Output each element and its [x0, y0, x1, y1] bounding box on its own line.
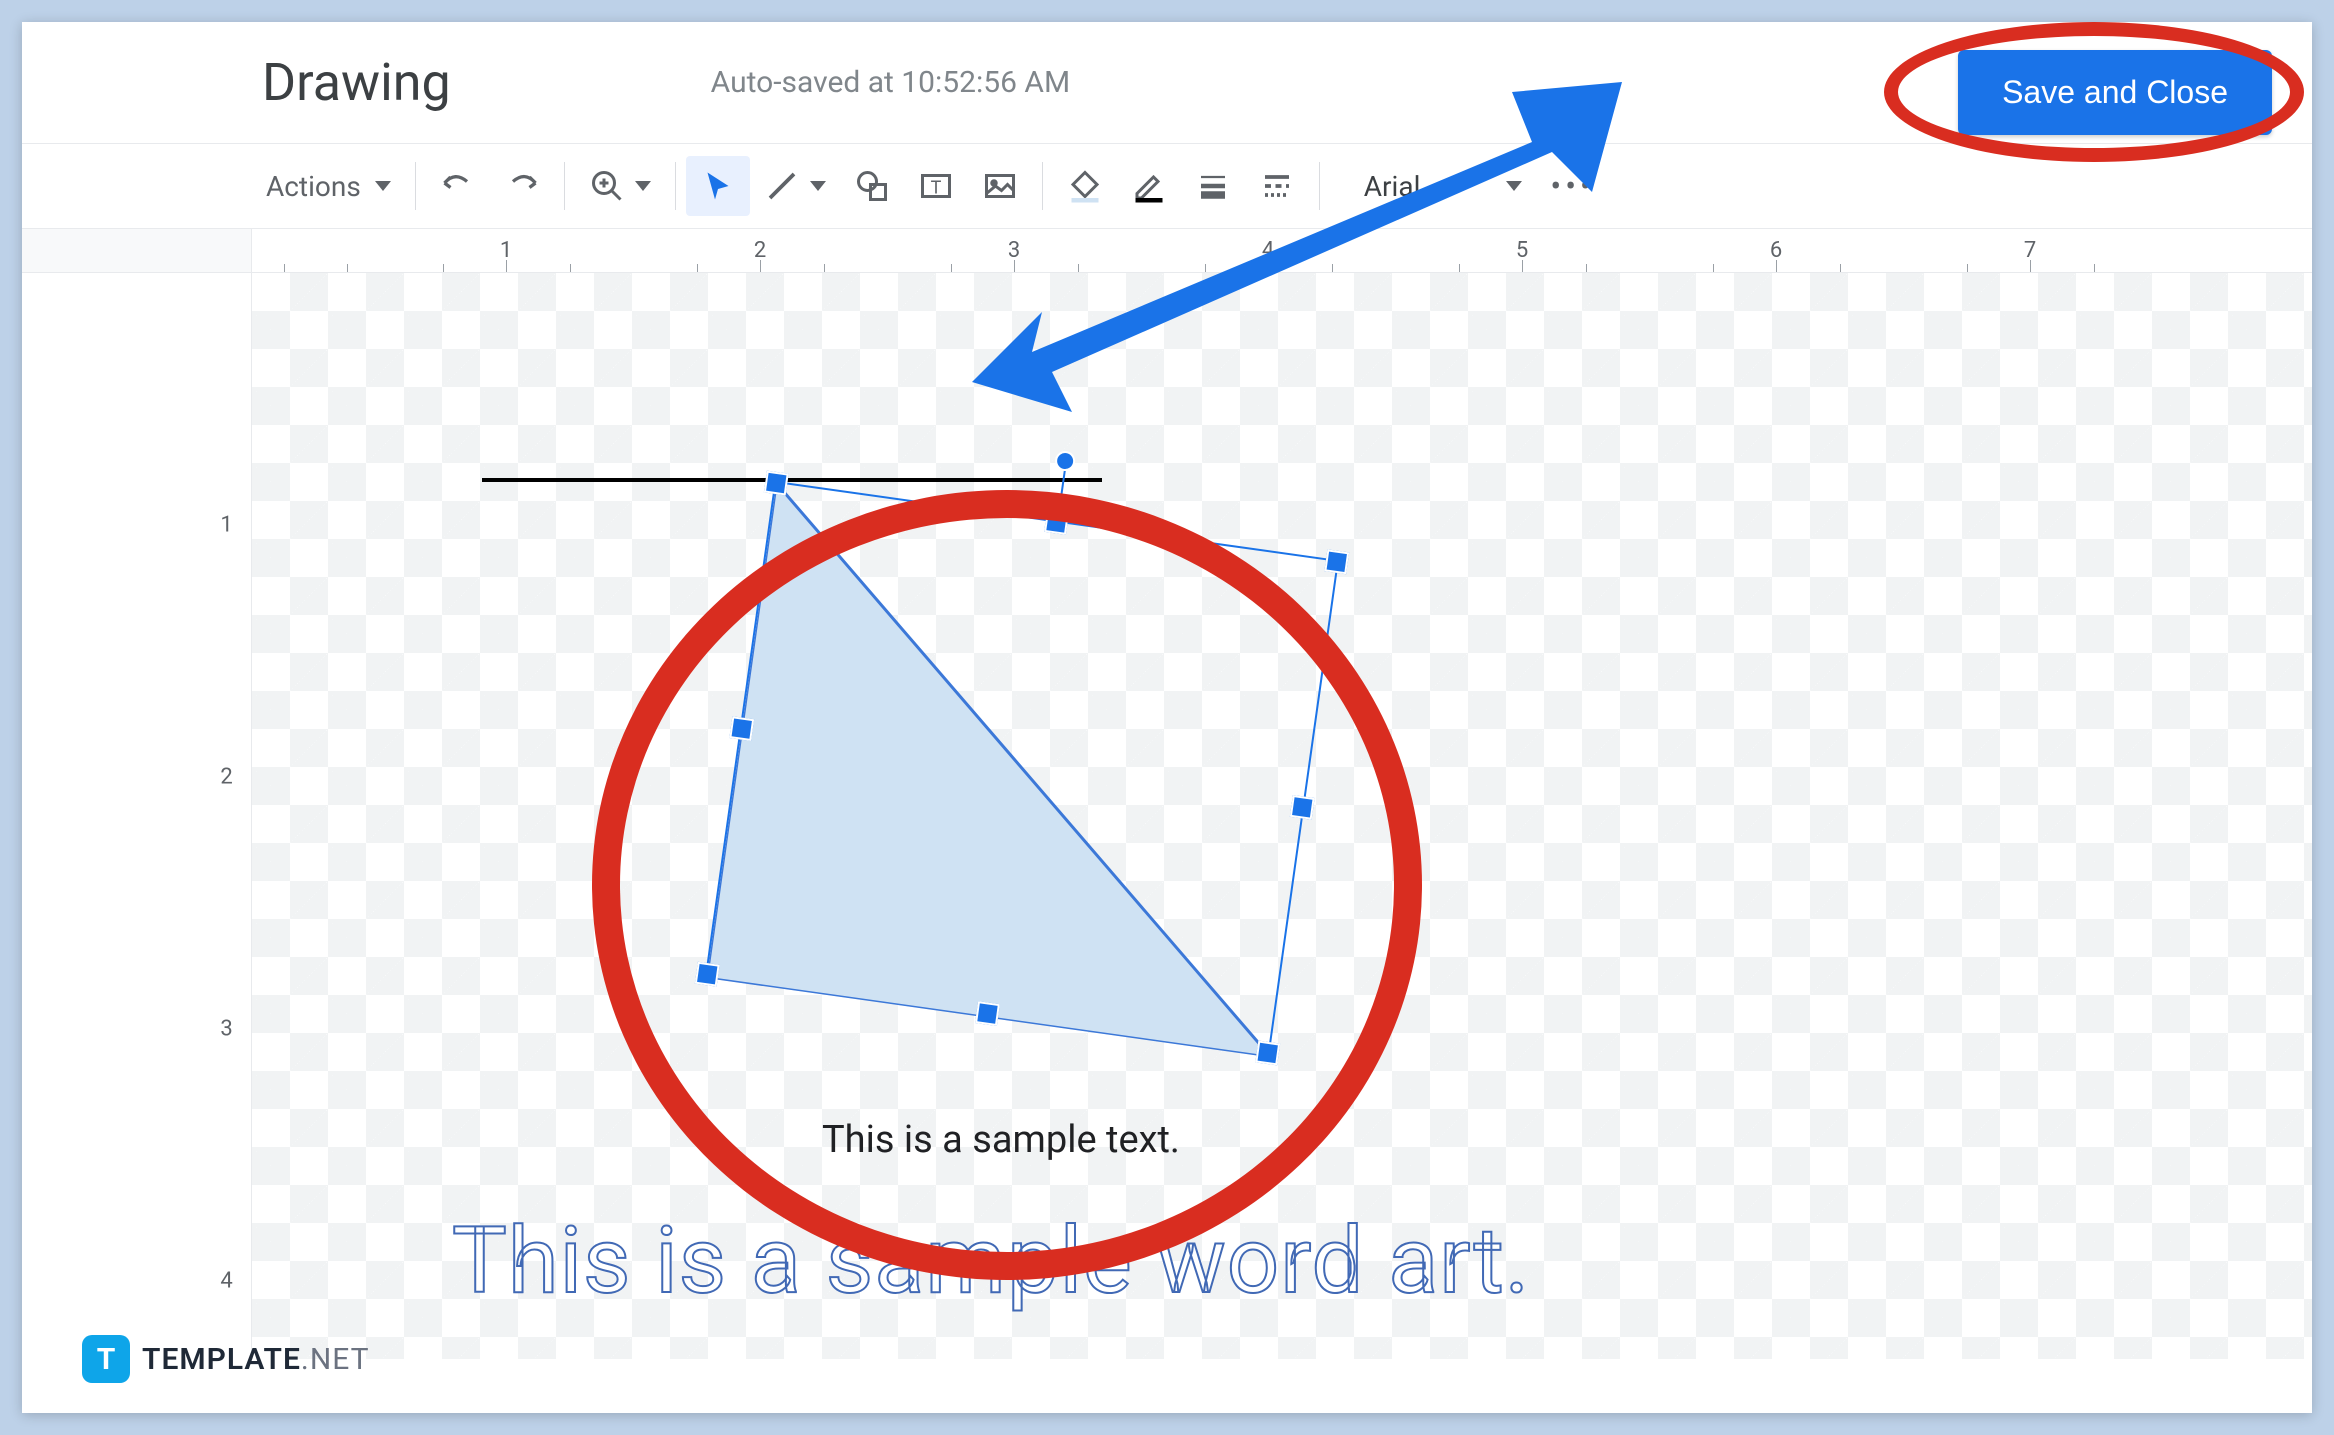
- drawing-dialog: Drawing Auto-saved at 10:52:56 AM Save a…: [22, 22, 2312, 1413]
- save-and-close-button[interactable]: Save and Close: [1958, 50, 2272, 135]
- image-tool[interactable]: [968, 156, 1032, 216]
- resize-handle-ml[interactable]: [729, 716, 754, 741]
- watermark-text: TEMPLATE.NET: [142, 1342, 369, 1377]
- line-dash-icon: [1259, 168, 1295, 204]
- line-tool[interactable]: [750, 156, 840, 216]
- border-weight-button[interactable]: [1181, 156, 1245, 216]
- ruler-mark: 2: [633, 229, 887, 272]
- zoom-icon: [589, 168, 625, 204]
- vertical-ruler[interactable]: 1 2 3 4: [202, 273, 252, 1359]
- separator: [675, 162, 676, 210]
- canvas-wrap: 1 2 3 4: [22, 273, 2312, 1359]
- fill-icon: [1067, 168, 1103, 204]
- resize-handle-br[interactable]: [1255, 1041, 1280, 1066]
- dropdown-caret-icon: [1506, 181, 1522, 191]
- fill-color-button[interactable]: [1053, 156, 1117, 216]
- cursor-icon: [700, 168, 736, 204]
- line-weight-icon: [1195, 168, 1231, 204]
- actions-menu[interactable]: Actions: [252, 156, 405, 216]
- shape-icon: [854, 168, 890, 204]
- dialog-title: Drawing: [262, 52, 451, 113]
- resize-handle-bm[interactable]: [975, 1001, 1000, 1026]
- font-family-dropdown[interactable]: Arial: [1330, 156, 1537, 216]
- ruler-mark: 5: [1395, 229, 1649, 272]
- textbox-icon: T: [918, 168, 954, 204]
- ruler-area: 1 2 3 4 5 6 7: [22, 229, 2312, 273]
- shape-tool[interactable]: [840, 156, 904, 216]
- word-art-text[interactable]: This is a sample word art.: [452, 1208, 1530, 1315]
- border-color-button[interactable]: [1117, 156, 1181, 216]
- image-icon: [982, 168, 1018, 204]
- watermark: T TEMPLATE.NET: [82, 1335, 369, 1383]
- separator: [1319, 162, 1320, 210]
- rotation-handle[interactable]: [1054, 450, 1077, 473]
- selection-box[interactable]: [705, 481, 1339, 1055]
- redo-icon: [504, 168, 540, 204]
- ruler-mark: 3: [220, 1017, 232, 1042]
- resize-handle-mr[interactable]: [1290, 795, 1315, 820]
- zoom-button[interactable]: [575, 156, 665, 216]
- more-options-button[interactable]: •••: [1536, 156, 1608, 216]
- ruler-mark: 1: [220, 513, 232, 538]
- ruler-mark: 7: [1903, 229, 2157, 272]
- pencil-icon: [1131, 168, 1167, 204]
- dialog-header: Drawing Auto-saved at 10:52:56 AM Save a…: [22, 22, 2312, 143]
- separator: [415, 162, 416, 210]
- svg-text:T: T: [930, 178, 941, 199]
- separator: [564, 162, 565, 210]
- ruler-mark: 2: [220, 765, 232, 790]
- separator: [1042, 162, 1043, 210]
- ruler-mark: 6: [1649, 229, 1903, 272]
- resize-handle-tl[interactable]: [764, 471, 789, 496]
- select-tool[interactable]: [686, 156, 750, 216]
- triangle-shape[interactable]: [707, 483, 1341, 1057]
- ruler-mark: 3: [887, 229, 1141, 272]
- toolbar: Actions T: [22, 143, 2312, 229]
- horizontal-ruler[interactable]: 1 2 3 4 5 6 7: [252, 229, 2312, 273]
- resize-handle-tr[interactable]: [1324, 549, 1349, 574]
- font-name-label: Arial: [1344, 170, 1501, 203]
- ruler-mark: [252, 229, 379, 272]
- autosave-status: Auto-saved at 10:52:56 AM: [711, 65, 1071, 100]
- line-icon: [764, 168, 800, 204]
- ruler-mark: 1: [379, 229, 633, 272]
- resize-handle-tm[interactable]: [1044, 510, 1069, 535]
- border-dash-button[interactable]: [1245, 156, 1309, 216]
- undo-button[interactable]: [426, 156, 490, 216]
- actions-label: Actions: [266, 170, 369, 203]
- ruler-mark: 4: [1141, 229, 1395, 272]
- watermark-icon: T: [82, 1335, 130, 1383]
- resize-handle-bl[interactable]: [695, 962, 720, 987]
- undo-icon: [440, 168, 476, 204]
- sample-text-box[interactable]: This is a sample text.: [822, 1118, 1180, 1162]
- ruler-mark: 4: [220, 1269, 232, 1294]
- dropdown-caret-icon: [375, 181, 391, 191]
- drawing-canvas[interactable]: This is a sample text. This is a sample …: [252, 273, 2312, 1359]
- more-icon: •••: [1550, 167, 1594, 205]
- ruler-corner: [22, 229, 252, 273]
- dropdown-caret-icon: [810, 181, 826, 191]
- drawn-line[interactable]: [482, 478, 1102, 482]
- redo-button[interactable]: [490, 156, 554, 216]
- dropdown-caret-icon: [635, 181, 651, 191]
- textbox-tool[interactable]: T: [904, 156, 968, 216]
